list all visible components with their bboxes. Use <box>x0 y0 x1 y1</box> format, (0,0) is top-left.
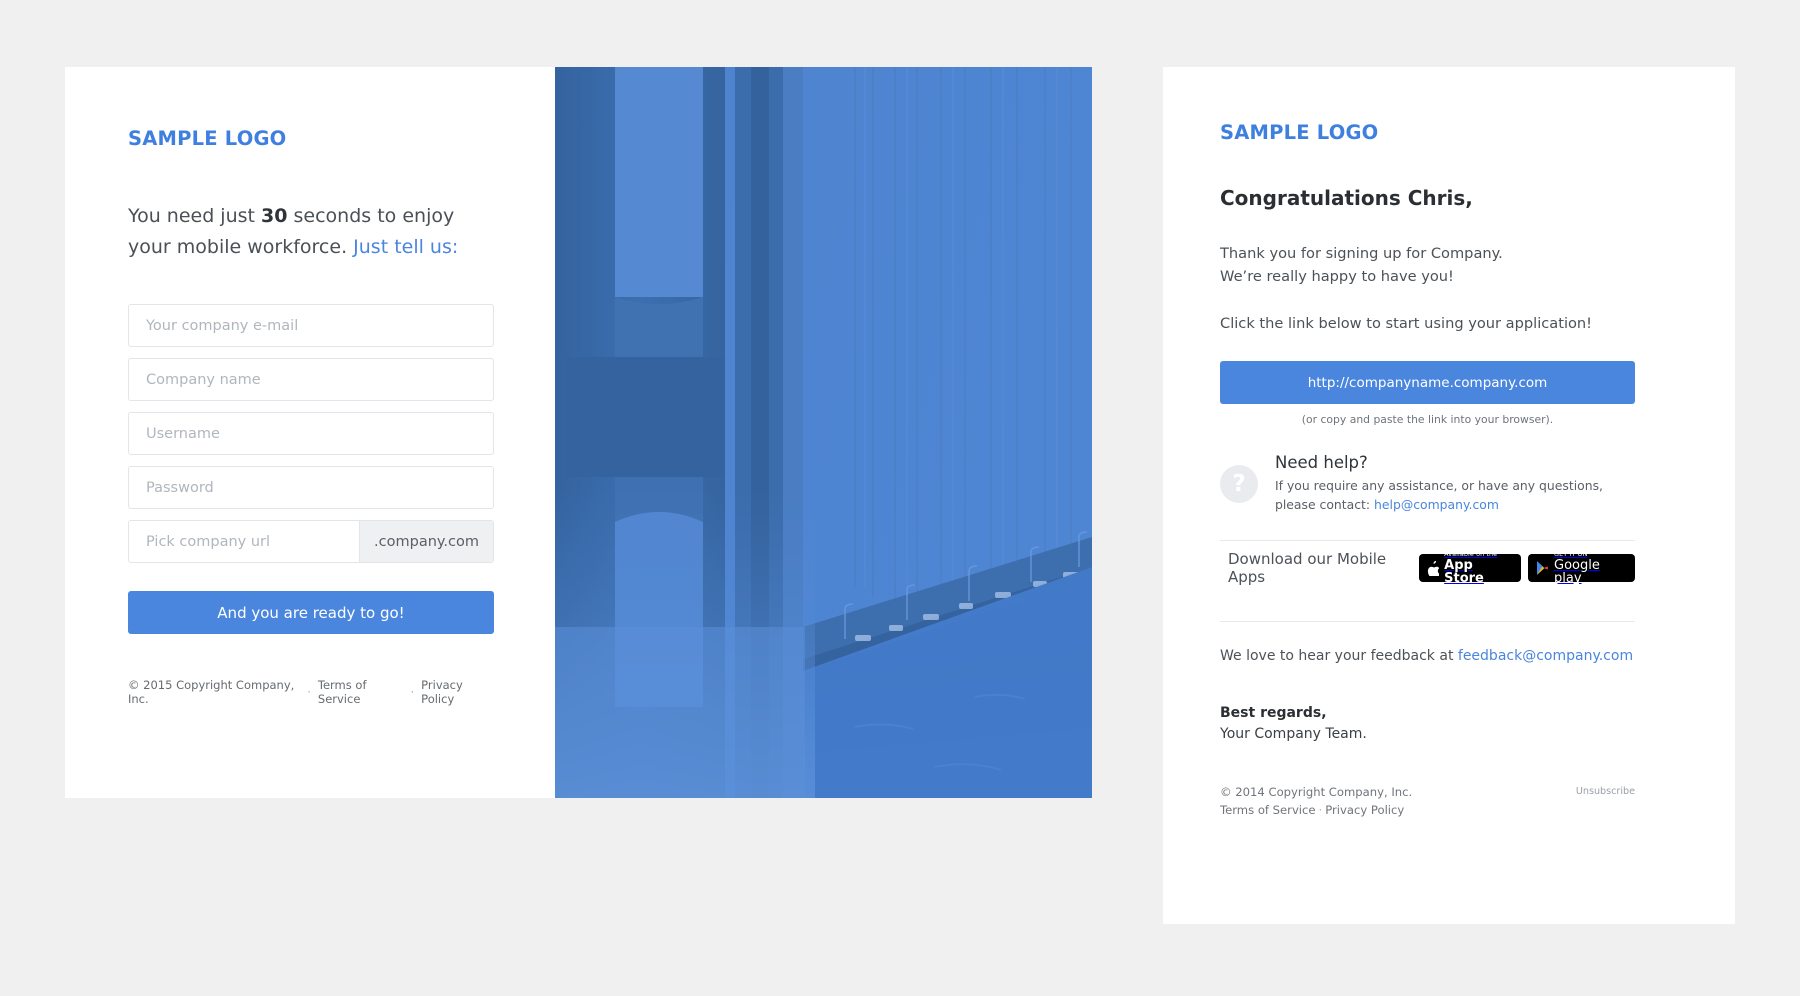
signup-footer: © 2015 Copyright Company, Inc. · Terms o… <box>128 678 492 706</box>
email-logo: SAMPLE LOGO <box>1220 121 1379 144</box>
need-help-section: ? Need help? If you require any assistan… <box>1220 453 1678 514</box>
company-url-field[interactable] <box>129 521 360 562</box>
mobile-apps-row: Download our Mobile Apps Available on th… <box>1220 541 1635 595</box>
app-store-badge[interactable]: Available on the App Store <box>1418 549 1521 587</box>
intro-text: You need just 30 seconds to enjoy your m… <box>128 201 492 263</box>
email-field[interactable] <box>128 304 494 347</box>
need-help-body: If you require any assistance, or have a… <box>1275 476 1623 514</box>
footer-separator-2: · <box>410 685 415 699</box>
email-paragraph-2: Click the link below to start using your… <box>1220 315 1593 332</box>
signoff-team: Your Company Team. <box>1220 726 1367 742</box>
application-link-button[interactable]: http://companyname.company.com <box>1220 361 1635 404</box>
mobile-apps-label: Download our Mobile Apps <box>1228 550 1387 586</box>
email-card: SAMPLE LOGO Congratulations Chris, Thank… <box>1163 67 1735 924</box>
terms-of-service-link[interactable]: Terms of Service <box>318 678 404 706</box>
email-footer-links: © 2014 Copyright Company, Inc. Terms of … <box>1220 783 1412 819</box>
email-paragraph-1-line-2: We’re really happy to have you! <box>1220 268 1454 285</box>
intro-before: You need just <box>128 205 262 227</box>
page-title: SAMPLE LOGO <box>128 127 287 150</box>
intro-accent-text: Just tell us: <box>353 236 459 258</box>
unsubscribe-link[interactable]: Unsubscribe <box>1576 783 1635 797</box>
signoff-regards: Best regards, <box>1220 705 1327 721</box>
feedback-email-link[interactable]: feedback@company.com <box>1458 648 1633 664</box>
company-name-field[interactable] <box>128 358 494 401</box>
app-store-badge-text: Available on the App Store <box>1444 549 1513 587</box>
email-paragraph-1-line-1: Thank you for signing up for Company. <box>1220 245 1503 262</box>
store-badges: Available on the App Store GET IT ON Goo… <box>1418 549 1635 587</box>
email-privacy-link[interactable]: Privacy Policy <box>1325 803 1404 817</box>
email-greeting: Congratulations Chris, <box>1220 186 1473 210</box>
email-signoff: Best regards, Your Company Team. <box>1220 703 1678 745</box>
feedback-line: We love to hear your feedback at feedbac… <box>1220 648 1678 664</box>
email-paragraph-1: Thank you for signing up for Company. We… <box>1220 242 1678 288</box>
email-terms-link[interactable]: Terms of Service <box>1220 803 1316 817</box>
signup-form-pane: SAMPLE LOGO You need just 30 seconds to … <box>65 67 555 798</box>
privacy-policy-link[interactable]: Privacy Policy <box>421 678 492 706</box>
google-play-badge[interactable]: GET IT ON Google play <box>1527 549 1635 585</box>
bridge-photo-illustration <box>555 67 1092 798</box>
email-footer-separator: · <box>1318 803 1323 817</box>
link-copy-note: (or copy and paste the link into your br… <box>1301 413 1554 426</box>
bridge-photo <box>555 67 1092 798</box>
google-play-big-text: Google play <box>1554 559 1627 585</box>
google-play-icon <box>1536 561 1548 575</box>
play-wordmark: play <box>1554 571 1582 587</box>
signup-submit-button[interactable]: And you are ready to go! <box>128 591 494 634</box>
intro-seconds-number: 30 <box>261 205 288 227</box>
feedback-text: We love to hear your feedback at <box>1220 648 1458 664</box>
username-field[interactable] <box>128 412 494 455</box>
need-help-title: Need help? <box>1275 453 1368 472</box>
google-play-small-text: GET IT ON <box>1554 549 1588 558</box>
divider-bottom <box>1220 621 1635 622</box>
company-url-suffix: .company.com <box>359 521 493 562</box>
signup-card: SAMPLE LOGO You need just 30 seconds to … <box>65 67 1092 798</box>
email-copyright-text: © 2014 Copyright Company, Inc. <box>1220 785 1413 799</box>
app-store-small-text: Available on the <box>1444 549 1498 558</box>
apple-icon <box>1427 560 1440 576</box>
footer-separator: · <box>307 685 311 699</box>
question-mark-icon: ? <box>1220 464 1258 503</box>
signup-form: .company.com And you are ready to go! <box>128 304 494 634</box>
company-url-group: .company.com <box>128 520 494 563</box>
copyright-text: © 2015 Copyright Company, Inc. <box>128 678 295 706</box>
google-play-badge-text: GET IT ON Google play <box>1554 549 1627 585</box>
email-footer: © 2014 Copyright Company, Inc. Terms of … <box>1220 783 1635 819</box>
password-field[interactable] <box>128 466 494 509</box>
help-email-link[interactable]: help@company.com <box>1374 497 1499 512</box>
app-store-big-text: App Store <box>1444 558 1484 587</box>
